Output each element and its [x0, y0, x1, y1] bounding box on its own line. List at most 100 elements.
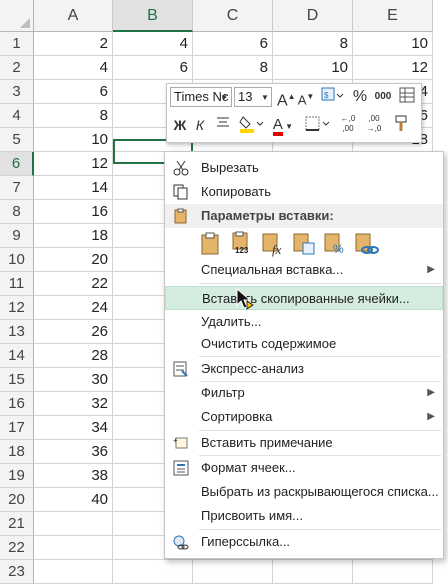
align-center-icon[interactable]: [213, 114, 233, 136]
format-table-icon[interactable]: [397, 86, 417, 108]
cell-d1[interactable]: 8: [273, 32, 353, 56]
increase-decimal-button[interactable]: ←,0 ,00: [337, 114, 359, 136]
row-header-20[interactable]: 20: [0, 488, 34, 512]
row-header-19[interactable]: 19: [0, 464, 34, 488]
cell-b23[interactable]: [113, 560, 193, 584]
menu-item-format-cells[interactable]: Формат ячеек...: [165, 456, 443, 480]
cell-e23[interactable]: [353, 560, 433, 584]
cell-a9[interactable]: 18: [34, 224, 113, 248]
cell-a12[interactable]: 24: [34, 296, 113, 320]
cell-b2[interactable]: 6: [113, 56, 193, 80]
row-header-23[interactable]: 23: [0, 560, 34, 584]
cell-a8[interactable]: 16: [34, 200, 113, 224]
menu-item-filter[interactable]: Фильтр ▶: [165, 381, 443, 405]
cell-d2[interactable]: 10: [273, 56, 353, 80]
row-header-8[interactable]: 8: [0, 200, 34, 224]
cell-a20[interactable]: 40: [34, 488, 113, 512]
cell-a18[interactable]: 36: [34, 440, 113, 464]
number-format-icon[interactable]: $: [319, 86, 345, 108]
paste-formulas-icon[interactable]: fx: [259, 230, 287, 258]
row-header-22[interactable]: 22: [0, 536, 34, 560]
row-header-7[interactable]: 7: [0, 176, 34, 200]
paste-values-icon[interactable]: 123: [228, 230, 256, 258]
paste-link-icon[interactable]: [352, 230, 380, 258]
cell-a1[interactable]: 2: [34, 32, 113, 56]
cell-a11[interactable]: 22: [34, 272, 113, 296]
menu-item-delete[interactable]: Удалить...: [165, 310, 443, 334]
cell-a13[interactable]: 26: [34, 320, 113, 344]
font-color-icon[interactable]: A ▼: [269, 114, 297, 136]
cell-a22[interactable]: [34, 536, 113, 560]
cell-b1[interactable]: 4: [113, 32, 193, 56]
row-header-9[interactable]: 9: [0, 224, 34, 248]
row-header-5[interactable]: 5: [0, 128, 34, 152]
column-header-d[interactable]: D: [273, 0, 353, 32]
cell-a16[interactable]: 32: [34, 392, 113, 416]
row-header-4[interactable]: 4: [0, 104, 34, 128]
row-header-18[interactable]: 18: [0, 440, 34, 464]
row-header-12[interactable]: 12: [0, 296, 34, 320]
column-header-c[interactable]: C: [193, 0, 273, 32]
cell-c1[interactable]: 6: [193, 32, 273, 56]
cell-c2[interactable]: 8: [193, 56, 273, 80]
row-header-17[interactable]: 17: [0, 416, 34, 440]
row-header-3[interactable]: 3: [0, 80, 34, 104]
cell-a10[interactable]: 20: [34, 248, 113, 272]
menu-item-sort[interactable]: Сортировка ▶: [165, 405, 443, 429]
cell-a21[interactable]: [34, 512, 113, 536]
menu-item-hyperlink[interactable]: Гиперссылка...: [165, 530, 443, 554]
cell-e2[interactable]: 12: [353, 56, 433, 80]
bold-button[interactable]: Ж: [171, 114, 189, 136]
column-header-b[interactable]: B: [113, 0, 193, 32]
row-header-15[interactable]: 15: [0, 368, 34, 392]
column-header-e[interactable]: E: [353, 0, 433, 32]
thousands-separator-button[interactable]: 000: [372, 86, 394, 108]
row-header-21[interactable]: 21: [0, 512, 34, 536]
cell-a17[interactable]: 34: [34, 416, 113, 440]
paste-percent-icon[interactable]: %: [321, 230, 349, 258]
cell-e1[interactable]: 10: [353, 32, 433, 56]
font-size-dropdown-icon[interactable]: ▼: [259, 87, 271, 109]
cell-a7[interactable]: 14: [34, 176, 113, 200]
cell-a3[interactable]: 6: [34, 80, 113, 104]
font-name-dropdown-icon[interactable]: ▼: [217, 87, 231, 109]
decrease-decimal-button[interactable]: ,00 →,0: [363, 114, 385, 136]
menu-item-copy[interactable]: Копировать: [165, 180, 443, 204]
menu-item-insert-comment[interactable]: + Вставить примечание: [165, 431, 443, 455]
select-all-corner[interactable]: [0, 0, 34, 32]
row-header-16[interactable]: 16: [0, 392, 34, 416]
cell-a14[interactable]: 28: [34, 344, 113, 368]
paste-icon[interactable]: [197, 230, 225, 258]
cell-a19[interactable]: 38: [34, 464, 113, 488]
row-header-14[interactable]: 14: [0, 344, 34, 368]
italic-button[interactable]: К: [191, 114, 209, 136]
cell-a5[interactable]: 10: [34, 128, 113, 152]
row-header-2[interactable]: 2: [0, 56, 34, 80]
row-header-6[interactable]: 6: [0, 152, 34, 176]
cell-a6[interactable]: 12: [34, 152, 113, 176]
cell-a23[interactable]: [34, 560, 113, 584]
fill-color-icon[interactable]: [237, 114, 265, 136]
menu-item-special-paste[interactable]: Специальная вставка... ▶: [165, 258, 443, 282]
row-header-1[interactable]: 1: [0, 32, 34, 56]
menu-item-define-name[interactable]: Присвоить имя...: [165, 504, 443, 528]
menu-item-cut[interactable]: Вырезать: [165, 156, 443, 180]
row-header-13[interactable]: 13: [0, 320, 34, 344]
grow-font-button[interactable]: A▲: [277, 86, 296, 109]
cell-a15[interactable]: 30: [34, 368, 113, 392]
cell-a2[interactable]: 4: [34, 56, 113, 80]
menu-item-pick-from-list[interactable]: Выбрать из раскрывающегося списка...: [165, 480, 443, 504]
cell-a4[interactable]: 8: [34, 104, 113, 128]
format-painter-icon[interactable]: [391, 114, 415, 136]
cell-c23[interactable]: [193, 560, 273, 584]
paste-formatting-icon[interactable]: [290, 230, 318, 258]
row-header-11[interactable]: 11: [0, 272, 34, 296]
shrink-font-button[interactable]: A▼: [297, 86, 315, 108]
cell-d23[interactable]: [273, 560, 353, 584]
column-header-a[interactable]: A: [34, 0, 113, 32]
percent-button[interactable]: %: [351, 86, 369, 108]
menu-item-clear[interactable]: Очистить содержимое: [165, 332, 443, 356]
menu-item-quick-analysis[interactable]: Экспресс-анализ: [165, 357, 443, 381]
row-header-10[interactable]: 10: [0, 248, 34, 272]
menu-item-insert-copied-cells[interactable]: Вставить скопированные ячейки...: [165, 286, 443, 310]
